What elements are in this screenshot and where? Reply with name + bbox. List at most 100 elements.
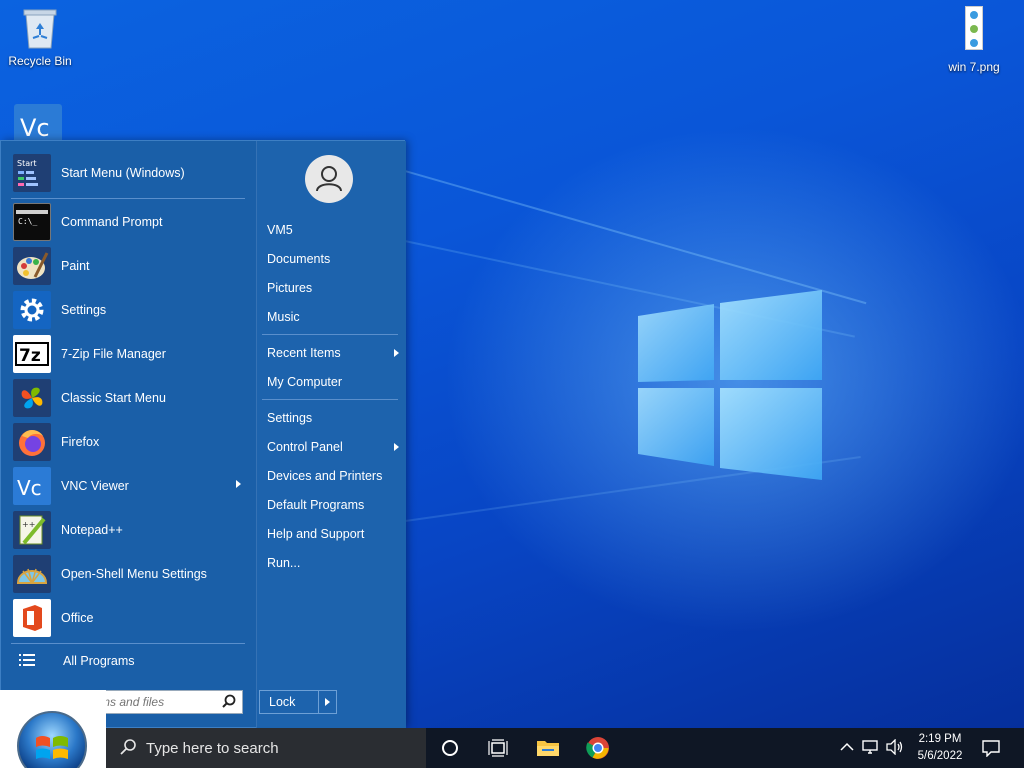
svg-text:Vc: Vc — [20, 114, 50, 142]
firefox-icon — [13, 423, 51, 461]
file-explorer-button[interactable] — [524, 728, 572, 768]
separator — [262, 399, 398, 400]
office-icon — [13, 599, 51, 637]
recycle-bin-icon — [20, 6, 60, 50]
clock-date: 5/6/2022 — [917, 750, 963, 762]
place-label: Devices and Printers — [267, 469, 383, 483]
place-label: Default Programs — [267, 498, 365, 512]
taskbar-search-placeholder: Type here to search — [146, 739, 279, 757]
program-settings[interactable]: Settings — [7, 289, 247, 331]
start-menu: Start Start Menu (Windows) C:\_ Command … — [0, 140, 406, 729]
place-label: Music — [267, 310, 300, 324]
all-programs-button[interactable]: All Programs — [7, 648, 247, 674]
place-label: Help and Support — [267, 527, 365, 541]
volume-icon[interactable] — [886, 738, 904, 758]
separator — [11, 198, 245, 199]
settings-gear-icon — [13, 291, 51, 329]
place-pictures[interactable]: Pictures — [267, 276, 397, 300]
image-file-icon — [965, 6, 983, 50]
program-label: VNC Viewer — [61, 479, 129, 493]
desktop-icon-recycle-bin[interactable]: Recycle Bin — [0, 6, 80, 68]
place-label: VM5 — [267, 223, 293, 237]
program-paint[interactable]: Paint — [7, 245, 247, 287]
command-prompt-icon: C:\_ — [13, 203, 51, 241]
open-shell-icon — [13, 555, 51, 593]
program-label: Open-Shell Menu Settings — [61, 567, 207, 581]
light-beam — [404, 170, 867, 305]
svg-text:Vc: Vc — [17, 476, 42, 500]
7zip-icon: 7z — [13, 335, 51, 373]
start-button[interactable] — [0, 690, 106, 768]
place-label: My Computer — [267, 375, 343, 389]
vnc-viewer-icon: Vc — [13, 467, 51, 505]
chrome-button[interactable] — [574, 728, 622, 768]
search-icon — [120, 738, 136, 758]
chrome-icon — [586, 737, 609, 759]
place-vm5[interactable]: VM5 — [267, 218, 397, 242]
program-command-prompt[interactable]: C:\_ Command Prompt — [7, 201, 247, 243]
cortana-icon — [442, 740, 458, 756]
place-label: Run... — [267, 556, 301, 570]
taskbar-search-box[interactable]: Type here to search — [106, 728, 426, 768]
program-7zip[interactable]: 7z 7-Zip File Manager — [7, 333, 247, 375]
lock-button[interactable]: Lock — [259, 690, 337, 714]
program-label: 7-Zip File Manager — [61, 347, 166, 361]
desktop-icon-win7-png[interactable]: win 7.png — [934, 6, 1014, 74]
submenu-arrow-icon — [394, 349, 399, 357]
submenu-arrow-icon — [394, 443, 399, 451]
program-label: Settings — [61, 303, 107, 317]
classic-start-menu-icon — [13, 379, 51, 417]
chevron-up-icon[interactable] — [840, 741, 854, 755]
taskbar-clock[interactable]: 2:19 PM 5/6/2022 — [910, 731, 970, 765]
svg-text:++: ++ — [22, 520, 35, 529]
user-icon — [316, 166, 342, 192]
vnc-viewer-desktop-icon[interactable]: Vc — [14, 104, 62, 144]
start-menu-windows-icon: Start — [13, 154, 51, 192]
place-documents[interactable]: Documents — [267, 247, 397, 271]
separator — [262, 334, 398, 335]
svg-text:7z: 7z — [19, 346, 41, 366]
place-music[interactable]: Music — [267, 305, 397, 329]
place-control-panel[interactable]: Control Panel — [267, 435, 399, 459]
program-label: Firefox — [61, 435, 100, 449]
desktop-icon-label: Recycle Bin — [8, 54, 72, 68]
search-icon — [222, 694, 236, 711]
program-office[interactable]: Office — [7, 597, 247, 639]
all-programs-label: All Programs — [63, 654, 135, 668]
place-help-and-support[interactable]: Help and Support — [267, 522, 397, 546]
place-my-computer[interactable]: My Computer — [267, 370, 397, 394]
user-avatar[interactable] — [305, 155, 353, 203]
program-notepad-plus-plus[interactable]: ++ Notepad++ — [7, 509, 247, 551]
place-run[interactable]: Run... — [267, 551, 397, 575]
place-default-programs[interactable]: Default Programs — [267, 493, 397, 517]
place-label: Documents — [267, 252, 331, 266]
place-label: Recent Items — [267, 346, 341, 360]
svg-text:C:\_: C:\_ — [18, 217, 37, 226]
place-recent-items[interactable]: Recent Items — [267, 341, 399, 365]
submenu-arrow-icon — [236, 480, 241, 488]
program-classic-start-menu[interactable]: Classic Start Menu — [7, 377, 247, 419]
program-open-shell-settings[interactable]: Open-Shell Menu Settings — [7, 553, 247, 595]
program-vnc-viewer[interactable]: Vc VNC Viewer — [7, 465, 247, 507]
windows-logo-wallpaper — [636, 288, 826, 483]
clock-time: 2:19 PM — [918, 733, 962, 745]
program-start-menu-windows[interactable]: Start Start Menu (Windows) — [7, 152, 247, 194]
windows7-orb-icon — [17, 711, 87, 768]
place-devices-and-printers[interactable]: Devices and Printers — [267, 464, 397, 488]
program-label: Classic Start Menu — [61, 391, 166, 405]
network-icon[interactable] — [862, 739, 880, 758]
program-label: Office — [61, 611, 94, 625]
program-firefox[interactable]: Firefox — [7, 421, 247, 463]
place-settings[interactable]: Settings — [267, 406, 397, 430]
place-label: Settings — [267, 411, 313, 425]
cortana-button[interactable] — [426, 728, 474, 768]
lock-label: Lock — [269, 695, 296, 709]
task-view-button[interactable] — [474, 728, 522, 768]
paint-icon — [13, 247, 51, 285]
lock-options-arrow-icon[interactable] — [325, 698, 330, 706]
list-icon — [19, 653, 57, 670]
separator — [11, 643, 245, 644]
place-label: Control Panel — [267, 440, 343, 454]
desktop-icon-label: win 7.png — [948, 60, 1000, 74]
action-center-icon[interactable] — [982, 739, 1000, 760]
